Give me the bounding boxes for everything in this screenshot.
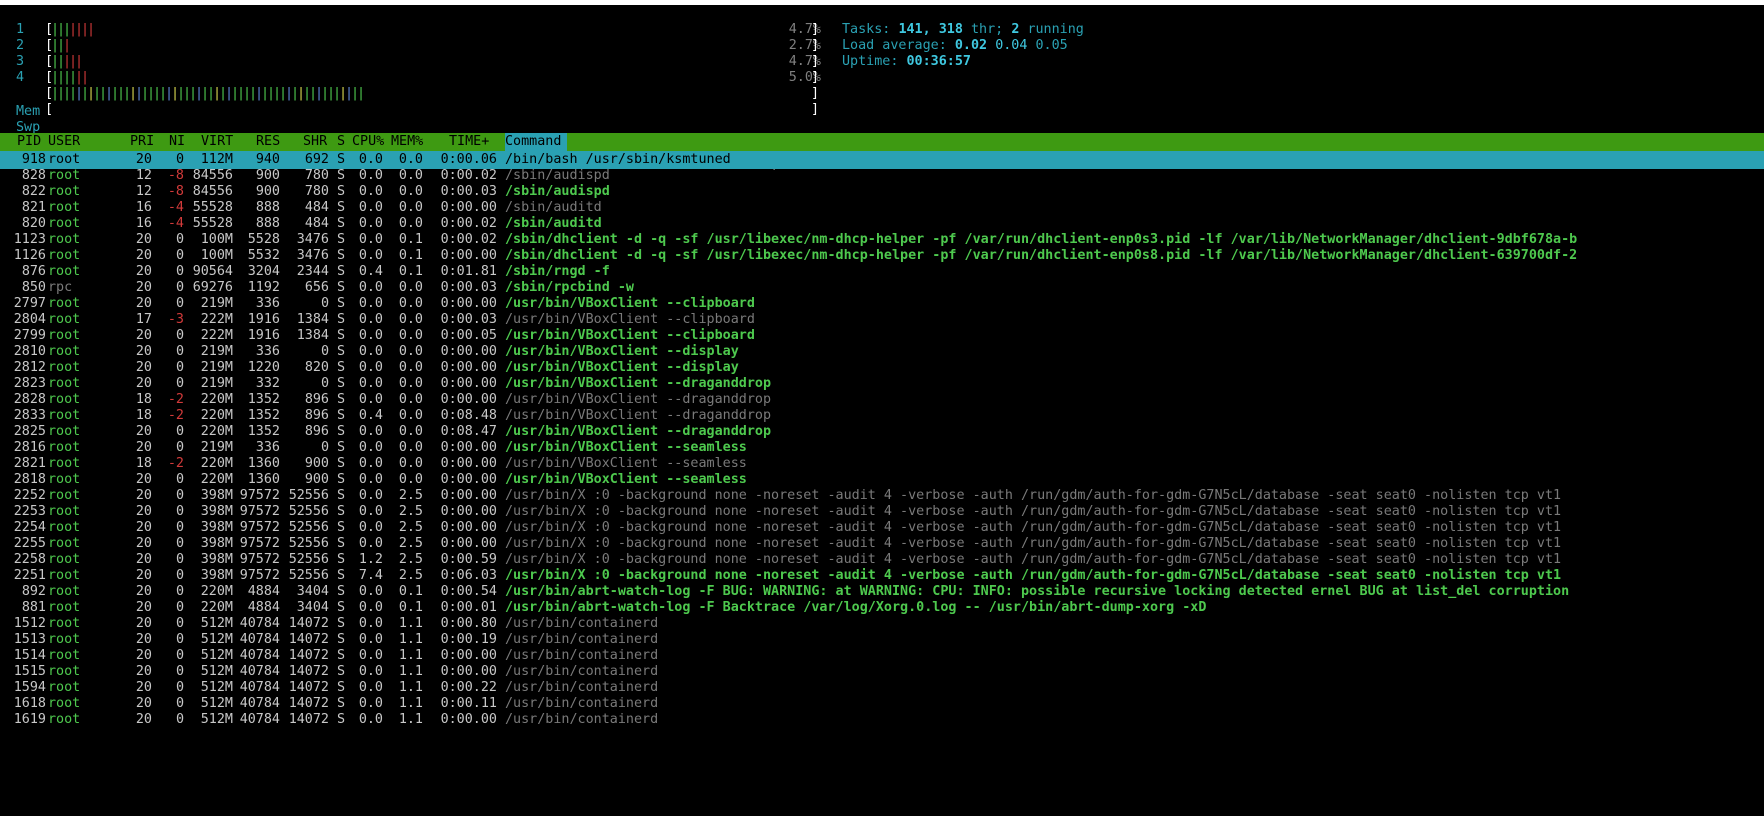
column-state[interactable]: S	[337, 133, 345, 151]
load-15min: 0.05	[1035, 38, 1068, 53]
uptime-value: 00:36:57	[906, 54, 972, 69]
cell-res: 40784	[239, 712, 280, 727]
column-user[interactable]: USER	[48, 133, 80, 151]
cell-shr: 14072	[288, 712, 329, 727]
column-pid[interactable]: PID	[17, 133, 41, 151]
cell-cpu: 0.0	[358, 712, 383, 727]
table-row[interactable]: 1619 root 20 0 512M 40784 14072 S 0.0 1.1 0:00.00 /…	[0, 711, 1764, 729]
column-pri[interactable]: PRI	[130, 133, 154, 151]
htop-terminal[interactable]: 1[||||||| 4.7%] 2[||| 2.7%] 3[||||| 4.7%] 4[||…	[0, 5, 1764, 816]
uptime: Uptime: 00:36:57	[842, 53, 971, 71]
column-shr[interactable]: SHR	[303, 133, 327, 151]
tasks-label: Tasks:	[842, 22, 891, 37]
column-time[interactable]: TIME+	[449, 133, 489, 151]
cell-time: 0:00.00	[440, 712, 497, 727]
process-table-header: PID USER PRI NI VIRT RES SHR S CPU% MEM%…	[0, 133, 1764, 151]
threads-label: thr;	[971, 22, 1004, 37]
tasks-count: 141,	[898, 22, 931, 37]
cell-mem: 1.1	[398, 712, 423, 727]
swap-meter: Swp [ 0K/4.00G ]	[16, 101, 821, 171]
column-res[interactable]: RES	[256, 133, 280, 151]
load-average-label: Load average:	[842, 38, 947, 53]
cell-pri: 20	[135, 712, 152, 727]
load-1min: 0.02	[954, 38, 988, 53]
column-ni[interactable]: NI	[169, 133, 185, 151]
uptime-label: Uptime:	[842, 54, 899, 69]
cell-pid: 1619	[13, 712, 46, 727]
running-label: running	[1027, 22, 1084, 37]
swap-bracket-right: ]	[811, 102, 820, 117]
column-command[interactable]: Command	[505, 133, 561, 151]
column-cpu[interactable]: CPU%	[352, 133, 384, 151]
running-count: 2	[1011, 22, 1020, 37]
cell-user: root	[48, 712, 81, 727]
cell-state: S	[337, 712, 346, 727]
load-5min: 0.04	[995, 38, 1028, 53]
column-virt[interactable]: VIRT	[201, 133, 233, 151]
cell-command: /usr/bin/containerd	[505, 712, 659, 727]
cell-ni: 0	[175, 712, 184, 727]
column-mem[interactable]: MEM%	[391, 133, 423, 151]
threads-count: 318	[938, 22, 963, 37]
cell-virt: 512M	[200, 712, 233, 727]
swap-bracket-left: [	[45, 102, 54, 117]
